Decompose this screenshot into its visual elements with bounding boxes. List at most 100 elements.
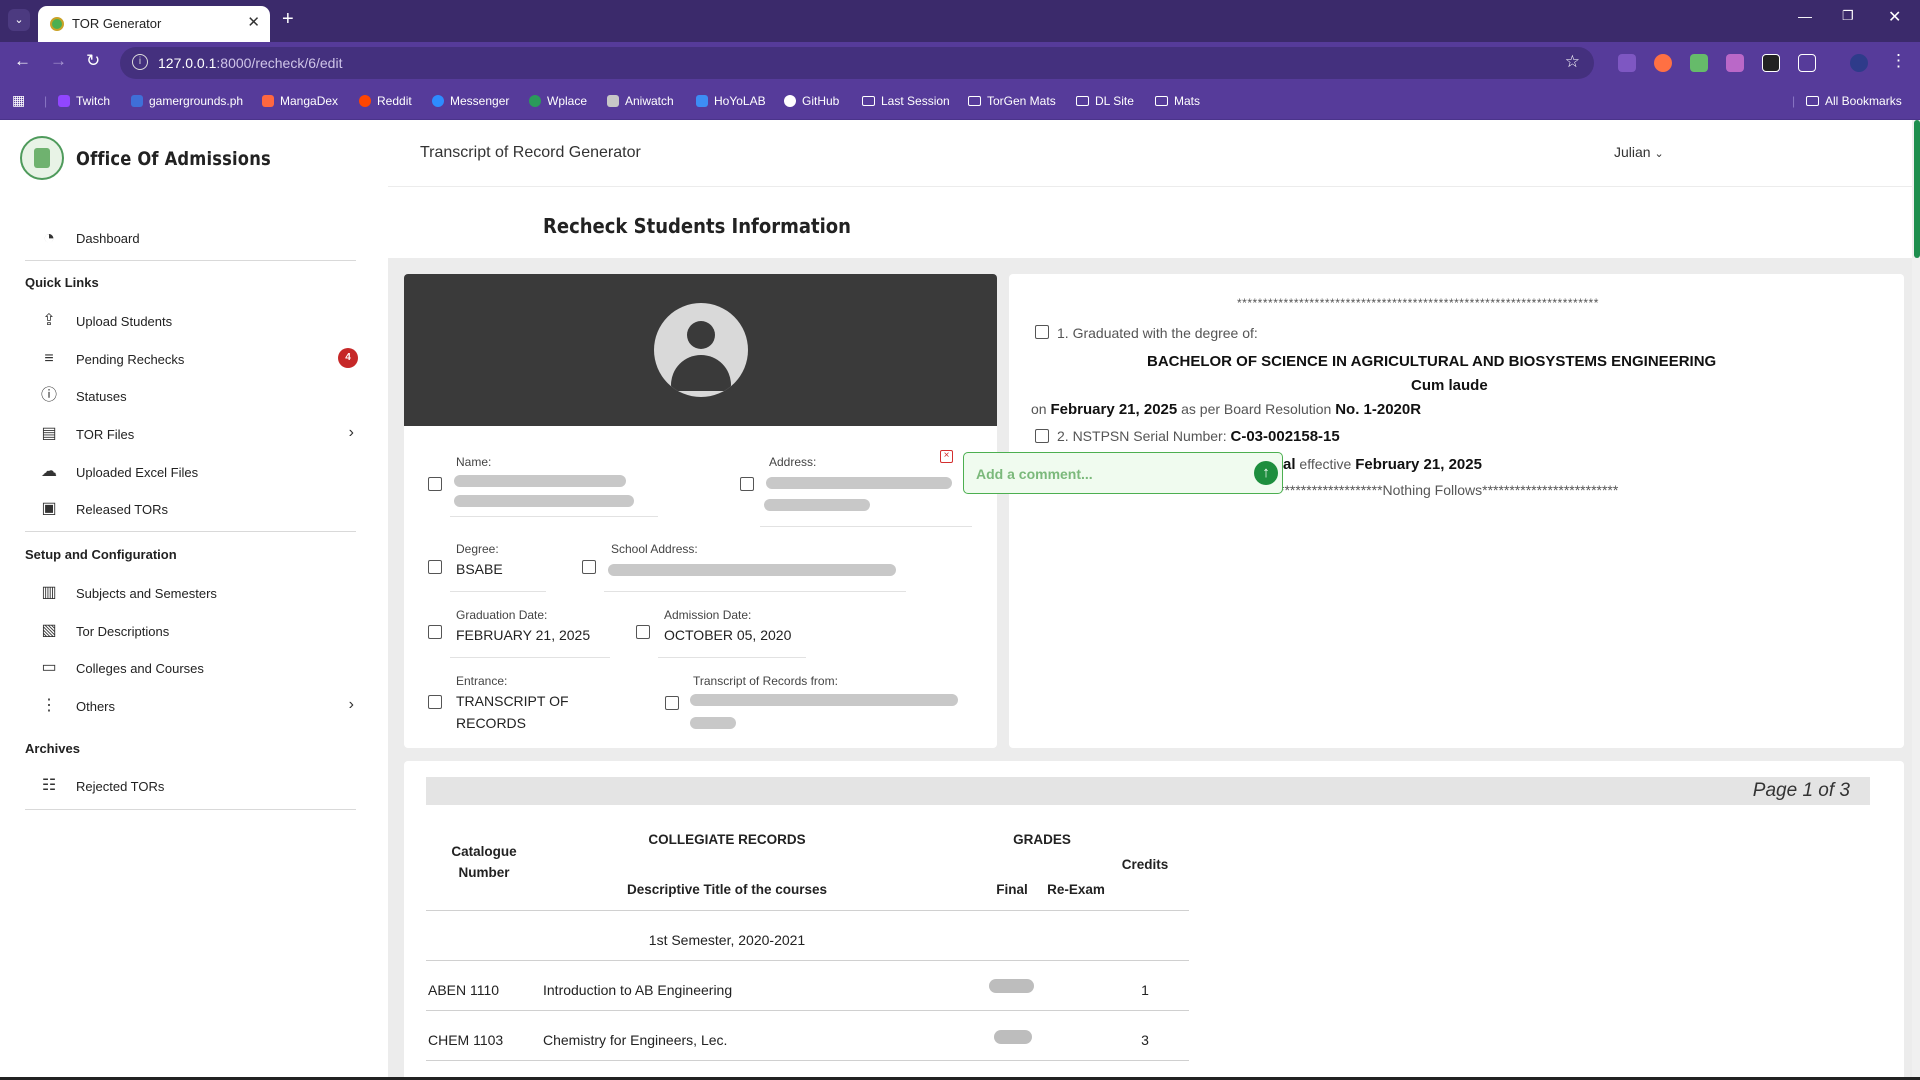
bookmark-star-icon[interactable]: ☆ [1565, 52, 1580, 72]
semester-label: 1st Semester, 2020-2021 [648, 932, 806, 948]
tab-close-icon[interactable]: ✕ [247, 13, 260, 31]
minimize-icon[interactable]: — [1798, 8, 1812, 24]
page-scrollbar[interactable] [1912, 120, 1920, 1080]
sidebar-item-tor-files[interactable]: ▤ TOR Files › [38, 420, 358, 450]
url-text: 127.0.0.1:8000/recheck/6/edit [158, 55, 343, 71]
sidebar-divider [25, 260, 356, 261]
profile-avatar-icon[interactable] [1850, 54, 1868, 72]
bookmark-hoyolab[interactable]: HoYoLAB [696, 94, 766, 108]
sidebar-item-tor-descriptions[interactable]: ▧ Tor Descriptions [38, 617, 358, 647]
bookmark-folder-torgen-mats[interactable]: TorGen Mats [968, 94, 1056, 108]
forward-arrow-icon[interactable]: → [50, 51, 67, 71]
chevron-right-icon: › [348, 424, 354, 441]
table-divider [426, 1010, 1189, 1011]
sidebar-item-uploaded-excel-files[interactable]: ☁ Uploaded Excel Files [38, 458, 358, 488]
sidebar-item-dashboard[interactable]: ◔ Dashboard [38, 224, 358, 254]
bookmark-reddit[interactable]: Reddit [359, 94, 412, 108]
reload-icon[interactable]: ↻ [86, 51, 100, 71]
admission-date-label: Admission Date: [664, 608, 752, 622]
bookmark-folder-mats[interactable]: Mats [1155, 94, 1200, 108]
address-checkbox[interactable] [740, 477, 754, 491]
sidebar-item-label: Upload Students [76, 314, 173, 329]
back-arrow-icon[interactable]: ← [14, 51, 31, 71]
sidebar-item-pending-rechecks[interactable]: ≡ Pending Rechecks 4 [38, 345, 358, 375]
setup-heading: Setup and Configuration [25, 547, 177, 562]
user-name: Julian [1614, 144, 1651, 160]
comment-remove-icon[interactable]: × [940, 450, 953, 463]
window-close-icon[interactable]: ✕ [1888, 7, 1901, 27]
upload-icon: ⇪ [42, 312, 56, 329]
resolution-number: No. 1-2020R [1335, 401, 1422, 418]
sidebar-item-upload-students[interactable]: ⇪ Upload Students [38, 307, 358, 337]
page-scrollbar-thumb[interactable] [1914, 120, 1920, 258]
sidebar-item-colleges-courses[interactable]: ▭ Colleges and Courses [38, 654, 358, 684]
apps-grid-icon[interactable]: ▦ [12, 92, 25, 109]
sidebar-item-released-tors[interactable]: ▣ Released TORs [38, 495, 358, 525]
address-label: Address: [769, 455, 817, 469]
tab-search-chevron-icon[interactable]: ⌄ [8, 9, 30, 31]
page-title: Recheck Students Information [543, 214, 851, 238]
document-person-icon: ▧ [41, 622, 57, 639]
sidebar-item-others[interactable]: ⋮ Others › [38, 692, 358, 722]
bookmark-twitch[interactable]: Twitch [58, 94, 110, 108]
school-address-checkbox[interactable] [582, 560, 596, 574]
bookmark-wplace[interactable]: Wplace [529, 94, 587, 108]
degree-value: BSABE [456, 561, 503, 577]
extension-puzzle-color-icon[interactable] [1726, 54, 1744, 72]
page-indicator-band: Page 1 of 3 [426, 777, 1870, 805]
degree-honor: Cum laude [1411, 377, 1488, 394]
sidebar-item-rejected-tors[interactable]: ☷ Rejected TORs [38, 772, 358, 802]
extension-leaf-icon[interactable] [1690, 54, 1708, 72]
serial-number: C-03-002158-15 [1230, 428, 1340, 445]
bookmark-gamergrounds[interactable]: gamergrounds.ph [131, 94, 243, 108]
address-redacted [766, 477, 952, 489]
extensions-puzzle-icon[interactable] [1798, 54, 1816, 72]
header-credits: Credits [1121, 857, 1169, 872]
browser-tab-active[interactable]: TOR Generator ✕ [38, 6, 270, 42]
sidebar-item-statuses[interactable]: ⓘ Statuses [38, 382, 358, 412]
site-info-icon[interactable]: i [132, 54, 148, 70]
admission-date-value: OCTOBER 05, 2020 [664, 627, 792, 643]
school-address-redacted [608, 564, 896, 576]
sidebar-item-subjects-semesters[interactable]: ▥ Subjects and Semesters [38, 579, 358, 609]
cloud-upload-icon: ☁ [41, 463, 57, 480]
table-divider [426, 960, 1189, 961]
extension-dark-icon[interactable] [1762, 54, 1780, 72]
bookmark-aniwatch[interactable]: Aniwatch [607, 94, 674, 108]
bookmark-github[interactable]: GitHub [784, 94, 839, 108]
tor-from-checkbox[interactable] [665, 696, 679, 710]
new-tab-plus-icon[interactable]: + [282, 8, 294, 30]
id-card-icon: ▭ [41, 659, 57, 676]
header-final: Final [996, 882, 1028, 897]
all-bookmarks[interactable]: All Bookmarks [1806, 94, 1902, 108]
book-list-icon: ▥ [41, 584, 57, 601]
effective-date: February 21, 2025 [1355, 456, 1482, 473]
degree-checkbox[interactable] [428, 560, 442, 574]
extension-color-icon[interactable] [1654, 54, 1672, 72]
restore-icon[interactable]: ❐ [1842, 8, 1854, 24]
comment-input[interactable]: Add a comment... ↑ [963, 452, 1283, 494]
table-divider [426, 1060, 1189, 1061]
messenger-icon [432, 95, 444, 107]
degree-item-checkbox[interactable] [1035, 325, 1049, 339]
serial-item-checkbox[interactable] [1035, 429, 1049, 443]
wplace-icon [529, 95, 541, 107]
admission-date-checkbox[interactable] [636, 625, 650, 639]
user-menu[interactable]: Julian ⌄ [1614, 144, 1664, 160]
on-word: on [1031, 401, 1047, 417]
degree-name: BACHELOR OF SCIENCE IN AGRICULTURAL AND … [1147, 353, 1717, 370]
bookmark-folder-dl-site[interactable]: DL Site [1076, 94, 1134, 108]
bookmark-messenger[interactable]: Messenger [432, 94, 509, 108]
extension-code-icon[interactable] [1618, 54, 1636, 72]
browser-menu-icon[interactable]: ⋮ [1890, 51, 1907, 71]
bookmark-folder-last-session[interactable]: Last Session [862, 94, 950, 108]
entrance-checkbox[interactable] [428, 695, 442, 709]
final-grade-redacted [994, 1030, 1032, 1044]
bookmarks-divider: | [1792, 94, 1796, 108]
address-bar[interactable]: i 127.0.0.1:8000/recheck/6/edit ☆ [120, 47, 1594, 79]
send-arrow-up-icon[interactable]: ↑ [1254, 461, 1278, 485]
bookmark-mangadex[interactable]: MangaDex [262, 94, 338, 108]
serial-line: 2. NSTPSN Serial Number: C-03-002158-15 [1057, 428, 1340, 445]
name-checkbox[interactable] [428, 477, 442, 491]
graduation-date-checkbox[interactable] [428, 625, 442, 639]
